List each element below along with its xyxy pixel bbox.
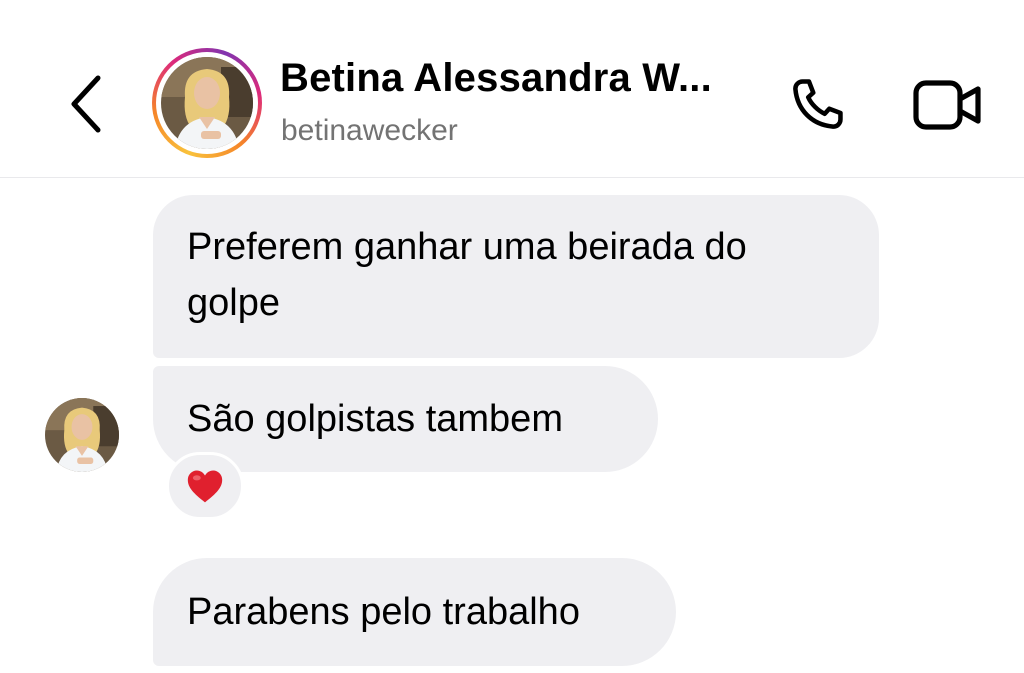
video-call-button[interactable]: [906, 68, 990, 142]
chat-screen: Betina Alessandra W... betinawecker Pref…: [0, 0, 1024, 673]
phone-icon: [793, 79, 843, 129]
contact-username[interactable]: betinawecker: [281, 114, 458, 148]
message-bubble[interactable]: Preferem ganhar uma beirada do golpe: [153, 195, 879, 358]
message-text: Parabens pelo trabalho: [187, 591, 580, 633]
message-text: São golpistas tambem: [187, 398, 563, 440]
contact-avatar[interactable]: [152, 48, 262, 158]
contact-name[interactable]: Betina Alessandra W...: [280, 56, 712, 101]
message-bubble[interactable]: Parabens pelo trabalho: [153, 558, 676, 666]
message-bubble[interactable]: São golpistas tambem: [153, 366, 658, 472]
message-text: Preferem ganhar uma beirada do golpe: [187, 226, 747, 324]
chat-header: Betina Alessandra W... betinawecker: [0, 0, 1024, 178]
chevron-left-icon: [71, 75, 101, 133]
profile-photo: [45, 398, 119, 472]
profile-photo: [161, 57, 253, 149]
red-heart-icon: [187, 470, 223, 503]
back-button[interactable]: [58, 66, 114, 142]
audio-call-button[interactable]: [780, 68, 854, 142]
message-reaction[interactable]: [166, 452, 244, 520]
video-camera-icon: [913, 80, 981, 130]
sender-avatar[interactable]: [45, 398, 119, 472]
